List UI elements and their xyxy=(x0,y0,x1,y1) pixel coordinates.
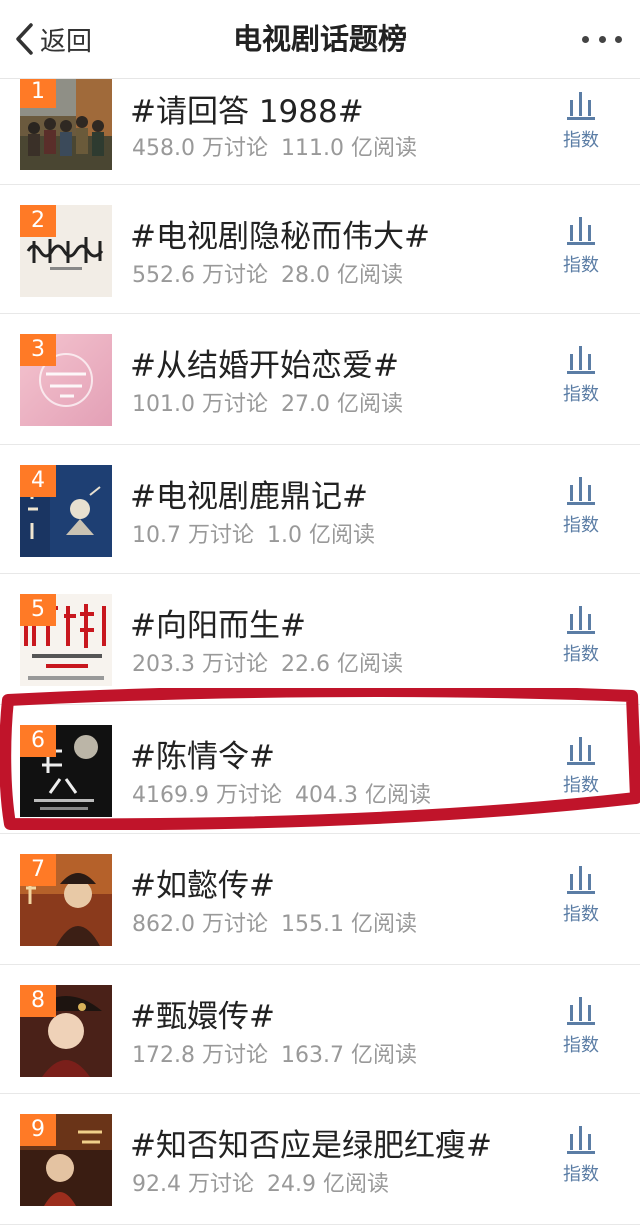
discussion-count: 10.7 万讨论 xyxy=(132,523,254,548)
index-label: 指数 xyxy=(563,515,599,536)
topic-title[interactable]: #甄嬛传# xyxy=(130,991,275,1036)
discussion-count: 458.0 万讨论 xyxy=(132,136,268,161)
list-item[interactable]: 3 #从结婚开始恋爱# 101.0 万讨论 27.0 亿阅读 指数 xyxy=(0,314,640,445)
read-count: 1.0 亿阅读 xyxy=(266,523,375,548)
list-item[interactable]: 9 #知否知否应是绿肥红瘦# 92.4 万讨论 24.9 亿阅读 指数 xyxy=(0,1094,640,1225)
discussion-count: 101.0 万讨论 xyxy=(132,392,268,417)
index-button[interactable]: 指数 xyxy=(556,735,606,805)
topic-stats: 10.7 万讨论 1.0 亿阅读 xyxy=(132,517,375,549)
page-title: 电视剧话题榜 xyxy=(232,22,407,56)
topic-stats: 458.0 万讨论 111.0 亿阅读 xyxy=(132,130,417,162)
index-label: 指数 xyxy=(563,255,599,276)
topic-list: 1 #请回答 1988# 458.0 万讨论 111.0 亿阅读 指数 2 #电… xyxy=(0,58,640,1225)
index-button[interactable]: 指数 xyxy=(556,344,606,414)
rank-badge: 6 xyxy=(20,725,56,757)
list-item[interactable]: 5 #向阳而生# 203.3 万讨论 22.6 亿阅读 指数 xyxy=(0,574,640,705)
list-item[interactable]: 8 #甄嬛传# 172.8 万讨论 163.7 亿阅读 指数 xyxy=(0,965,640,1094)
index-button[interactable]: 指数 xyxy=(556,604,606,674)
bar-chart-icon xyxy=(567,346,595,374)
bar-chart-icon xyxy=(567,737,595,765)
list-item[interactable]: 7 #如懿传# 862.0 万讨论 155.1 亿阅读 指数 xyxy=(0,834,640,965)
topic-stats: 4169.9 万讨论 404.3 亿阅读 xyxy=(132,777,431,809)
index-button[interactable]: 指数 xyxy=(556,475,606,545)
index-button[interactable]: 指数 xyxy=(556,215,606,285)
rank-badge: 7 xyxy=(20,854,56,886)
rank-badge: 4 xyxy=(20,465,56,497)
topic-title[interactable]: #请回答 1988# xyxy=(130,86,364,131)
topic-stats: 203.3 万讨论 22.6 亿阅读 xyxy=(132,646,403,678)
topic-stats: 172.8 万讨论 163.7 亿阅读 xyxy=(132,1037,417,1069)
discussion-count: 203.3 万讨论 xyxy=(132,652,268,677)
topic-title[interactable]: #知否知否应是绿肥红瘦# xyxy=(130,1120,492,1165)
bar-chart-icon xyxy=(567,1126,595,1154)
bar-chart-icon xyxy=(567,866,595,894)
index-label: 指数 xyxy=(563,775,599,796)
bar-chart-icon xyxy=(567,477,595,505)
discussion-count: 92.4 万讨论 xyxy=(132,1172,254,1197)
index-button[interactable]: 指数 xyxy=(556,995,606,1065)
index-button[interactable]: 指数 xyxy=(556,1124,606,1194)
discussion-count: 4169.9 万讨论 xyxy=(132,783,282,808)
read-count: 27.0 亿阅读 xyxy=(280,392,403,417)
topic-stats: 92.4 万讨论 24.9 亿阅读 xyxy=(132,1166,389,1198)
index-button[interactable]: 指数 xyxy=(556,864,606,934)
topic-title[interactable]: #电视剧鹿鼎记# xyxy=(130,471,368,516)
topic-stats: 552.6 万讨论 28.0 亿阅读 xyxy=(132,257,403,289)
rank-badge: 1 xyxy=(20,76,56,108)
topic-title[interactable]: #如懿传# xyxy=(130,860,275,905)
rank-badge: 2 xyxy=(20,205,56,237)
list-item[interactable]: 2 #电视剧隐秘而伟大# 552.6 万讨论 28.0 亿阅读 指数 xyxy=(0,185,640,314)
bar-chart-icon xyxy=(567,92,595,120)
index-label: 指数 xyxy=(563,904,599,925)
discussion-count: 552.6 万讨论 xyxy=(132,263,268,288)
topic-title[interactable]: #从结婚开始恋爱# xyxy=(130,340,399,385)
topic-stats: 101.0 万讨论 27.0 亿阅读 xyxy=(132,386,403,418)
rank-badge: 5 xyxy=(20,594,56,626)
topic-stats: 862.0 万讨论 155.1 亿阅读 xyxy=(132,906,417,938)
bar-chart-icon xyxy=(567,217,595,245)
read-count: 163.7 亿阅读 xyxy=(280,1043,417,1068)
read-count: 28.0 亿阅读 xyxy=(280,263,403,288)
bar-chart-icon xyxy=(567,997,595,1025)
list-item[interactable]: 6 #陈情令# 4169.9 万讨论 404.3 亿阅读 指数 xyxy=(0,705,640,834)
topic-title[interactable]: #向阳而生# xyxy=(130,600,306,645)
read-count: 24.9 亿阅读 xyxy=(266,1172,389,1197)
list-item[interactable]: 4 #电视剧鹿鼎记# 10.7 万讨论 1.0 亿阅读 指数 xyxy=(0,445,640,574)
more-dots-icon[interactable] xyxy=(582,24,622,54)
bar-chart-icon xyxy=(567,606,595,634)
topic-title[interactable]: #电视剧隐秘而伟大# xyxy=(130,211,430,256)
read-count: 404.3 亿阅读 xyxy=(294,783,431,808)
discussion-count: 172.8 万讨论 xyxy=(132,1043,268,1068)
rank-badge: 9 xyxy=(20,1114,56,1146)
topic-title[interactable]: #陈情令# xyxy=(130,731,275,776)
nav-bar: 返回 电视剧话题榜 xyxy=(0,0,640,79)
index-label: 指数 xyxy=(563,1164,599,1185)
read-count: 22.6 亿阅读 xyxy=(280,652,403,677)
index-label: 指数 xyxy=(563,644,599,665)
discussion-count: 862.0 万讨论 xyxy=(132,912,268,937)
read-count: 155.1 亿阅读 xyxy=(280,912,417,937)
index-button[interactable]: 指数 xyxy=(556,90,606,160)
index-label: 指数 xyxy=(563,384,599,405)
index-label: 指数 xyxy=(563,1035,599,1056)
index-label: 指数 xyxy=(563,130,599,151)
read-count: 111.0 亿阅读 xyxy=(280,136,417,161)
rank-badge: 8 xyxy=(20,985,56,1017)
rank-badge: 3 xyxy=(20,334,56,366)
